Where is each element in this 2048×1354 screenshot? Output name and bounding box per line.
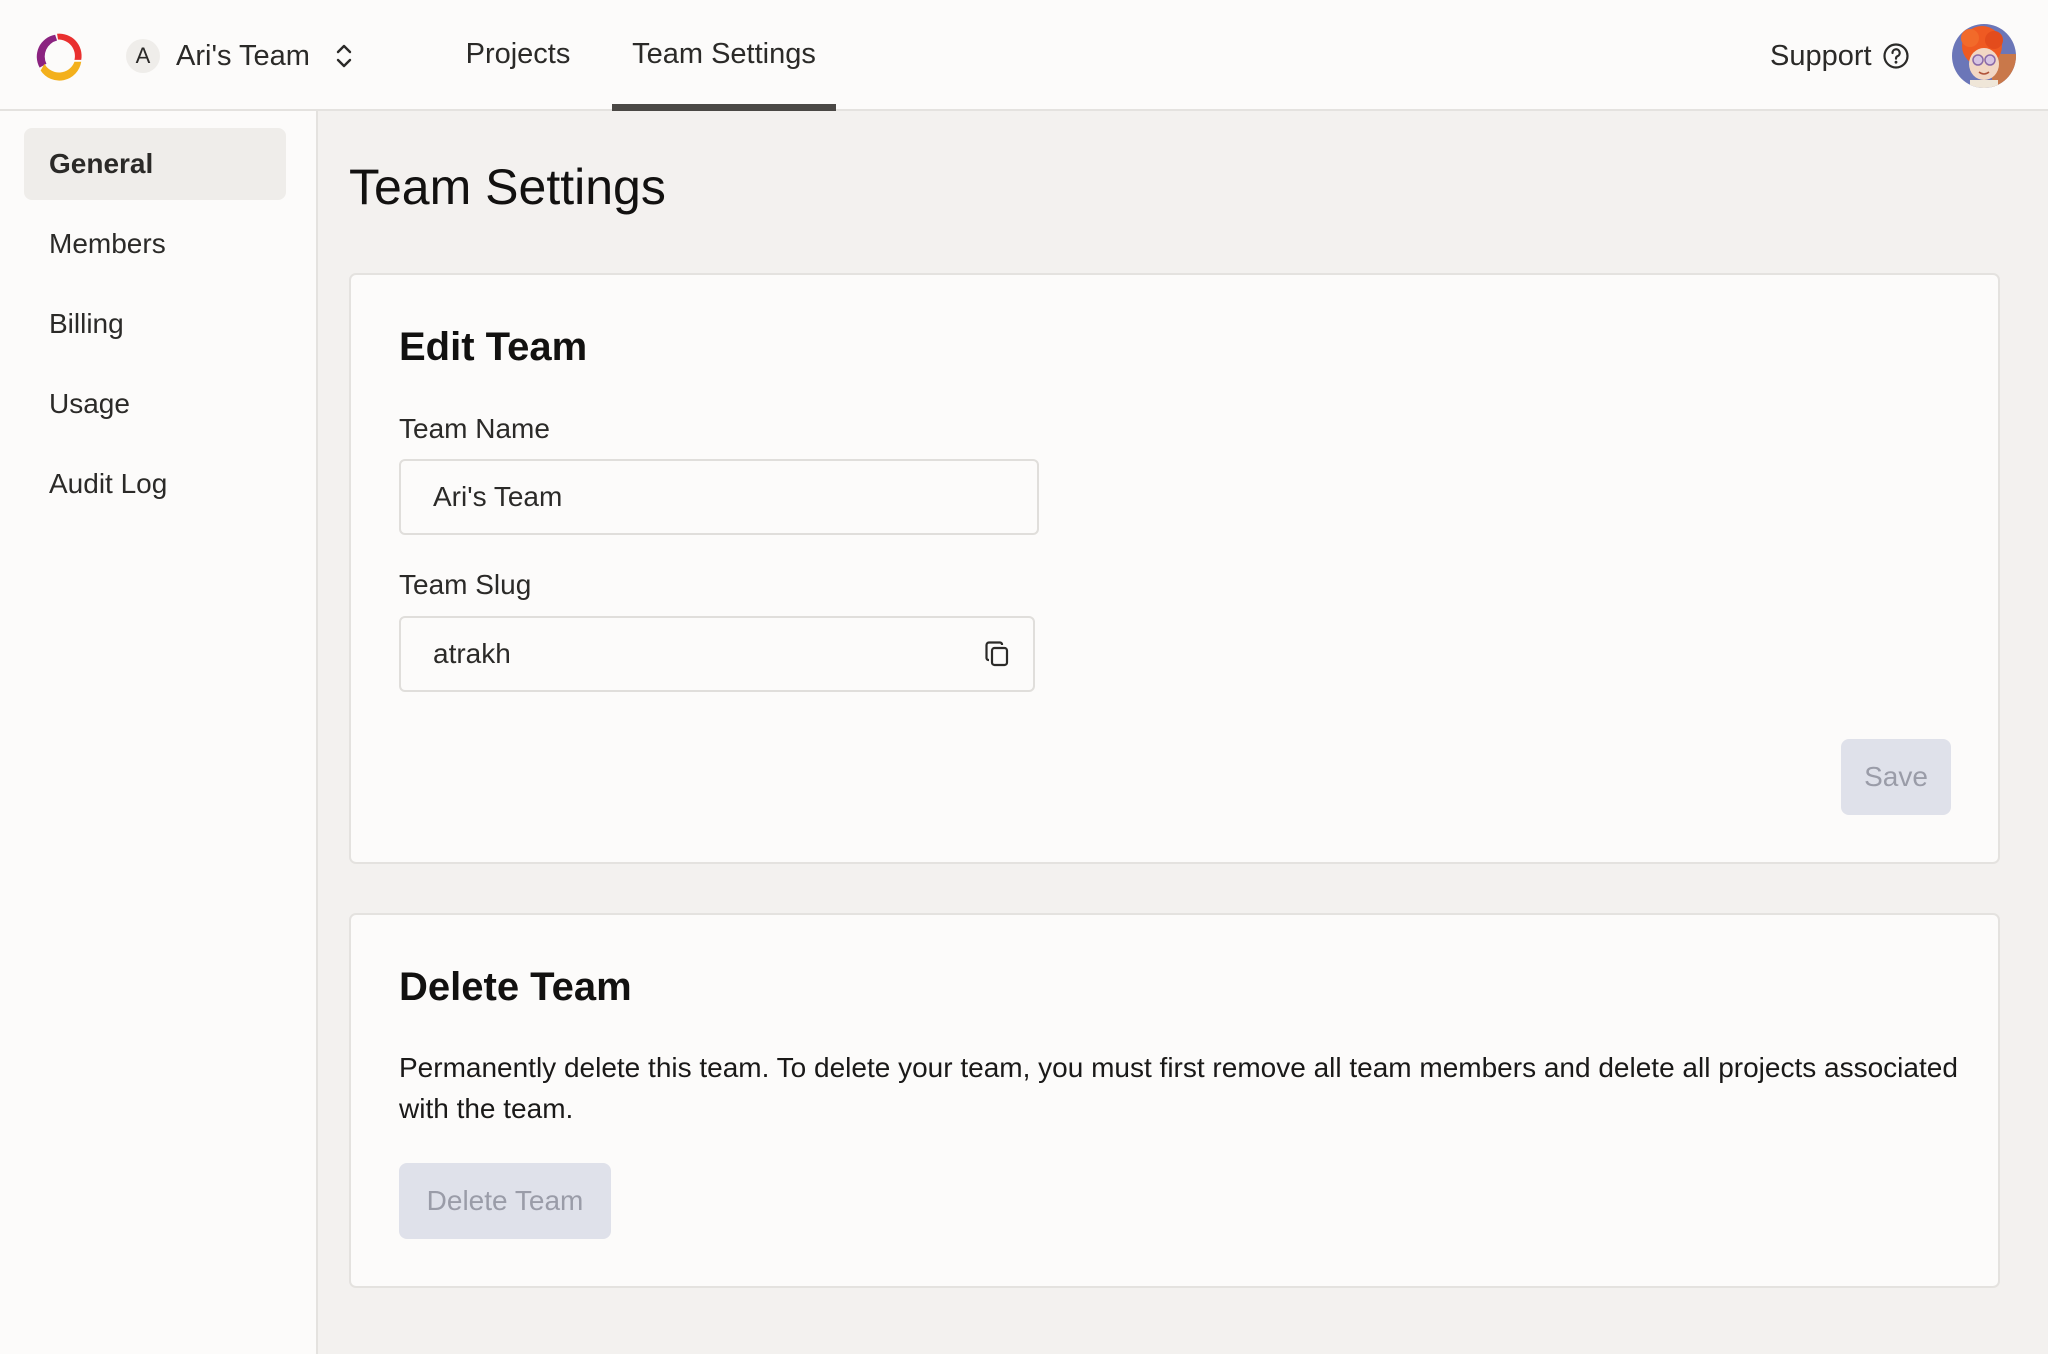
sidebar-item-audit-log[interactable]: Audit Log (24, 448, 286, 520)
support-link[interactable]: Support (1770, 36, 1910, 76)
support-label: Support (1770, 39, 1872, 72)
page-title: Team Settings (349, 159, 666, 215)
app-logo-icon[interactable] (30, 27, 88, 85)
settings-sidebar: General Members Billing Usage Audit Log (0, 111, 318, 1354)
top-navigation-bar: A Ari's Team Projects Team Settings Supp… (0, 0, 2048, 111)
delete-team-button[interactable]: Delete Team (399, 1163, 611, 1239)
save-button[interactable]: Save (1841, 739, 1951, 815)
edit-team-title: Edit Team (399, 325, 588, 369)
team-slug-input[interactable] (399, 616, 1035, 692)
chevron-up-down-icon (336, 44, 352, 68)
team-name-input[interactable] (399, 459, 1039, 535)
team-switcher-name: Ari's Team (176, 39, 310, 72)
sidebar-item-billing[interactable]: Billing (24, 288, 286, 360)
user-avatar[interactable] (1952, 24, 2016, 88)
tab-team-settings[interactable]: Team Settings (612, 0, 836, 111)
copy-icon (985, 641, 1009, 667)
edit-team-card: Edit Team Team Name Team Slug Save (349, 273, 2000, 864)
sidebar-item-members[interactable]: Members (24, 208, 286, 280)
delete-team-description: Permanently delete this team. To delete … (399, 1052, 1958, 1124)
delete-team-card: Delete Team Permanently delete this team… (349, 913, 2000, 1288)
team-switcher[interactable]: A Ari's Team (126, 36, 354, 76)
team-avatar: A (126, 39, 160, 73)
tab-projects[interactable]: Projects (452, 0, 584, 109)
user-avatar-image (1952, 24, 2016, 88)
delete-team-title: Delete Team (399, 965, 632, 1009)
question-circle-icon (1882, 43, 1909, 69)
team-name-label: Team Name (399, 413, 550, 444)
team-slug-label: Team Slug (399, 569, 532, 600)
copy-slug-button[interactable] (980, 637, 1014, 671)
sidebar-item-usage[interactable]: Usage (24, 368, 286, 440)
sidebar-item-general[interactable]: General (24, 128, 286, 200)
